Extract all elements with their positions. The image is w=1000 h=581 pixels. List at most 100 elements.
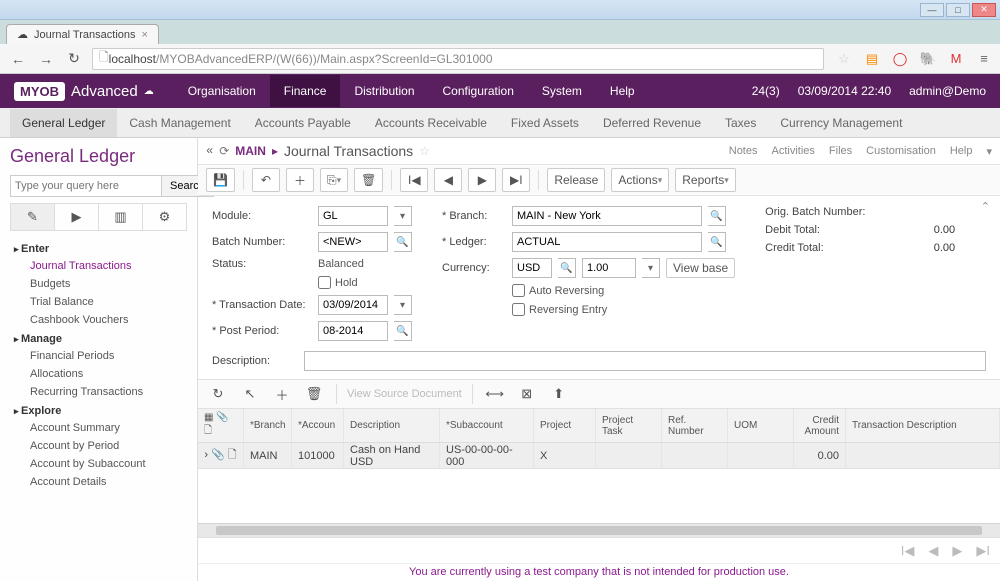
menu-icon[interactable]: ≡ <box>976 51 992 67</box>
refresh-icon[interactable]: ⟳ <box>219 144 229 158</box>
currency-input[interactable] <box>512 258 552 278</box>
pager-last-button[interactable]: ▶I <box>976 543 990 559</box>
grid-delete-button[interactable]: 🗑 <box>302 383 326 405</box>
batch-lookup-icon[interactable]: 🔍 <box>394 232 412 252</box>
release-button[interactable]: Release <box>547 168 605 192</box>
undo-button[interactable]: ↶ <box>252 168 280 192</box>
subnav-fixed-assets[interactable]: Fixed Assets <box>499 109 591 137</box>
view-source-document-link[interactable]: View Source Document <box>347 388 462 400</box>
collapse-sidebar-button[interactable]: « <box>206 144 213 158</box>
view-base-button[interactable]: View base <box>666 258 735 278</box>
grid-header-subaccount[interactable]: *Subaccount <box>440 409 534 442</box>
nav-distribution[interactable]: Distribution <box>340 75 428 107</box>
favorite-icon[interactable]: ☆ <box>419 144 430 158</box>
subnav-cash-management[interactable]: Cash Management <box>117 109 242 137</box>
tree-item-account-by-period[interactable]: Account by Period <box>30 437 187 455</box>
window-maximize-button[interactable]: □ <box>946 3 970 17</box>
tree-item-account-by-subaccount[interactable]: Account by Subaccount <box>30 455 187 473</box>
gmail-icon[interactable]: M <box>948 51 964 67</box>
scrollbar-thumb[interactable] <box>216 526 982 535</box>
rss-icon[interactable]: ▤ <box>864 51 880 67</box>
grid-header-project[interactable]: Project <box>534 409 596 442</box>
subnav-general-ledger[interactable]: General Ledger <box>10 109 117 137</box>
subnav-accounts-payable[interactable]: Accounts Payable <box>243 109 363 137</box>
grid-header-branch[interactable]: *Branch <box>244 409 292 442</box>
collapse-form-button[interactable]: ⌃ <box>981 200 990 213</box>
tree-item-allocations[interactable]: Allocations <box>30 365 187 383</box>
branch-lookup-icon[interactable]: 🔍 <box>708 206 726 226</box>
rate-dropdown-icon[interactable]: ▾ <box>642 258 660 278</box>
row-account[interactable]: 101000 <box>292 443 344 468</box>
nav-help[interactable]: Help <box>596 75 649 107</box>
files-link[interactable]: Files <box>829 145 852 158</box>
grid-header-account[interactable]: *Accoun <box>292 409 344 442</box>
activities-link[interactable]: Activities <box>772 145 815 158</box>
reports-dropdown[interactable]: Reports <box>675 168 736 192</box>
star-icon[interactable]: ☆ <box>836 51 852 67</box>
tree-item-cashbook-vouchers[interactable]: Cashbook Vouchers <box>30 311 187 329</box>
help-link[interactable]: Help <box>950 145 973 158</box>
period-lookup-icon[interactable]: 🔍 <box>394 321 412 341</box>
reversing-entry-checkbox[interactable]: Reversing Entry <box>512 303 607 316</box>
evernote-icon[interactable]: 🐘 <box>920 51 936 67</box>
post-period-input[interactable] <box>318 321 388 341</box>
grid-header-uom[interactable]: UOM <box>728 409 794 442</box>
subnav-taxes[interactable]: Taxes <box>713 109 768 137</box>
grid-header-ref-number[interactable]: Ref. Number <box>662 409 728 442</box>
back-button[interactable]: ← <box>8 49 28 69</box>
forward-button[interactable]: → <box>36 49 56 69</box>
pager-first-button[interactable]: I◀ <box>901 543 915 559</box>
currency-lookup-icon[interactable]: 🔍 <box>558 258 576 278</box>
nav-system[interactable]: System <box>528 75 596 107</box>
next-record-button[interactable]: ▶ <box>468 168 496 192</box>
window-minimize-button[interactable]: — <box>920 3 944 17</box>
prev-record-button[interactable]: ◀ <box>434 168 462 192</box>
grid-header-transaction-description[interactable]: Transaction Description <box>846 409 1000 442</box>
rate-input[interactable] <box>582 258 636 278</box>
row-branch[interactable]: MAIN <box>244 443 292 468</box>
ledger-lookup-icon[interactable]: 🔍 <box>708 232 726 252</box>
row-ref-number[interactable] <box>662 443 728 468</box>
browser-tab[interactable]: ☁ Journal Transactions × <box>6 24 159 44</box>
grid-row[interactable]: › 📎 🗋 MAIN 101000 Cash on Hand USD US-00… <box>198 443 1000 469</box>
grid-fit-button[interactable]: ⟷ <box>483 383 507 405</box>
tree-group-enter[interactable]: Enter <box>14 243 187 255</box>
nav-organisation[interactable]: Organisation <box>174 75 270 107</box>
module-select[interactable] <box>318 206 388 226</box>
subnav-accounts-receivable[interactable]: Accounts Receivable <box>363 109 499 137</box>
grid-horizontal-scrollbar[interactable] <box>198 523 1000 537</box>
description-input[interactable] <box>304 351 986 371</box>
sidebar-tab-settings[interactable]: ⚙ <box>143 204 186 230</box>
customisation-link[interactable]: Customisation <box>866 145 936 158</box>
opera-icon[interactable]: ◯ <box>892 51 908 67</box>
tree-item-financial-periods[interactable]: Financial Periods <box>30 347 187 365</box>
pager-next-button[interactable]: ▶ <box>952 543 962 559</box>
subnav-currency-management[interactable]: Currency Management <box>768 109 914 137</box>
transaction-date-input[interactable] <box>318 295 388 315</box>
window-close-button[interactable]: ✕ <box>972 3 996 17</box>
delete-button[interactable]: 🗑 <box>354 168 383 192</box>
last-record-button[interactable]: ▶I <box>502 168 530 192</box>
sidebar-tab-edit[interactable]: ✎ <box>11 204 55 230</box>
nav-configuration[interactable]: Configuration <box>429 75 528 107</box>
tree-item-recurring-transactions[interactable]: Recurring Transactions <box>30 383 187 401</box>
save-button[interactable]: 💾 <box>206 168 235 192</box>
row-transaction-description[interactable] <box>846 443 1000 468</box>
notifications-count[interactable]: 24(3) <box>752 84 780 98</box>
grid-export-button[interactable]: ⊠ <box>515 383 539 405</box>
row-selector[interactable]: › 📎 🗋 <box>198 443 244 468</box>
notes-link[interactable]: Notes <box>729 145 758 158</box>
ledger-input[interactable] <box>512 232 702 252</box>
grid-header-project-task[interactable]: Project Task <box>596 409 662 442</box>
batch-input[interactable] <box>318 232 388 252</box>
tree-item-budgets[interactable]: Budgets <box>30 275 187 293</box>
row-description[interactable]: Cash on Hand USD <box>344 443 440 468</box>
app-logo[interactable]: MYOB Advanced ☁ <box>14 82 154 101</box>
row-subaccount[interactable]: US-00-00-00-000 <box>440 443 534 468</box>
grid-refresh-button[interactable]: ↻ <box>206 383 230 405</box>
tree-item-account-details[interactable]: Account Details <box>30 473 187 491</box>
row-credit-amount[interactable]: 0.00 <box>794 443 846 468</box>
grid-add-button[interactable]: ＋ <box>270 383 294 405</box>
tab-close-icon[interactable]: × <box>142 29 148 41</box>
grid-header-description[interactable]: Description <box>344 409 440 442</box>
